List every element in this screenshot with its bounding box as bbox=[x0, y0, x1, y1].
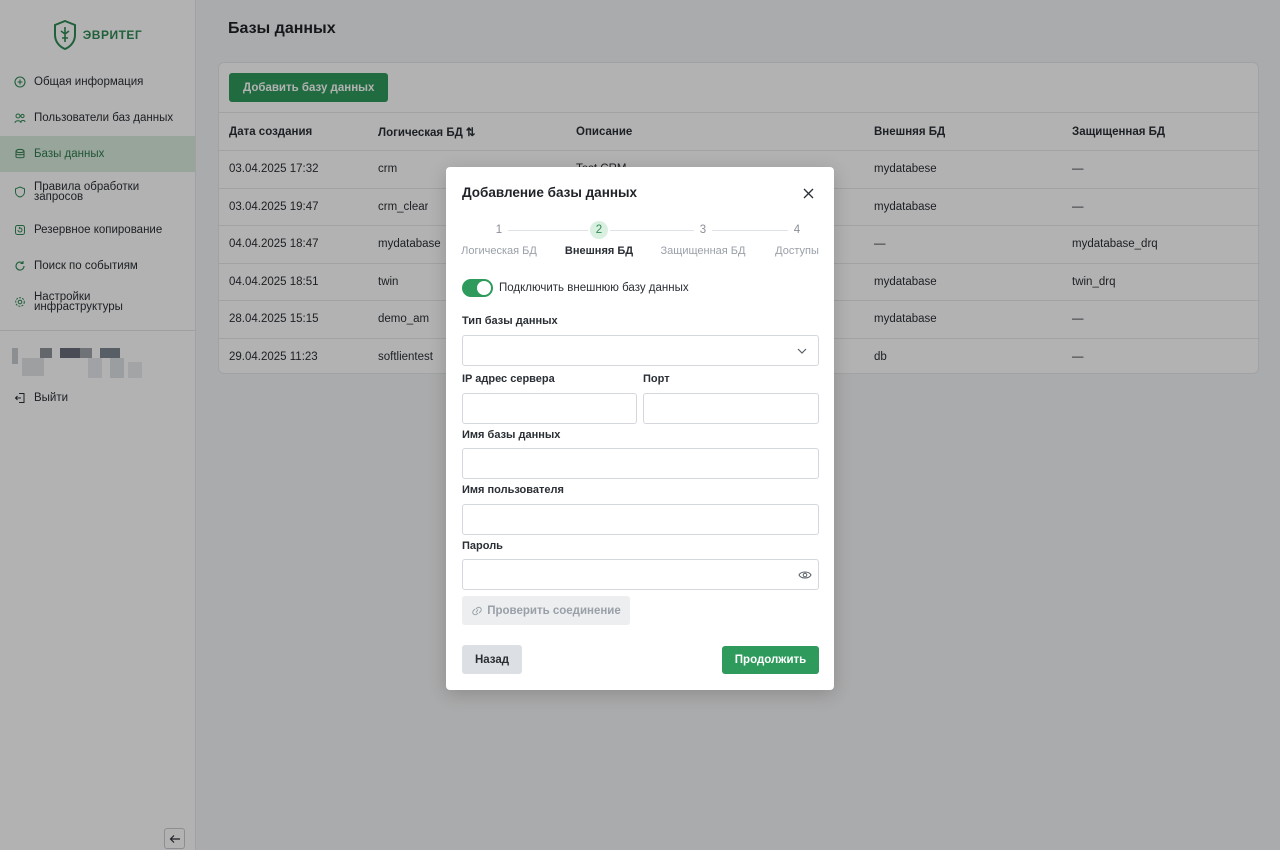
link-icon bbox=[472, 606, 482, 615]
db-name-label: Имя базы данных bbox=[462, 429, 561, 441]
step-number: 3 bbox=[694, 221, 712, 239]
step-external-db[interactable]: 2 Внешняя БД bbox=[554, 221, 644, 257]
close-button[interactable] bbox=[800, 185, 816, 201]
step-label: Логическая БД bbox=[461, 245, 537, 257]
back-button[interactable]: Назад bbox=[462, 645, 522, 674]
db-name-input[interactable] bbox=[462, 448, 819, 479]
eye-icon[interactable] bbox=[798, 569, 812, 581]
step-label: Внешняя БД bbox=[564, 245, 634, 257]
step-protected-db[interactable]: 3 Защищенная БД bbox=[658, 221, 748, 257]
port-label: Порт bbox=[643, 373, 670, 385]
step-number: 2 bbox=[590, 221, 608, 239]
check-connection-label: Проверить соединение bbox=[487, 604, 621, 617]
toggle-label: Подключить внешнюю базу данных bbox=[499, 282, 689, 294]
password-label: Пароль bbox=[462, 540, 503, 552]
step-number: 4 bbox=[788, 221, 806, 239]
server-ip-label: IP адрес сервера bbox=[462, 373, 555, 385]
step-logical-db[interactable]: 1 Логическая БД bbox=[454, 221, 544, 257]
db-type-select[interactable] bbox=[462, 335, 819, 366]
step-label: Защищенная БД bbox=[660, 245, 746, 257]
check-connection-button[interactable]: Проверить соединение bbox=[462, 596, 630, 625]
toggle-knob bbox=[477, 281, 491, 295]
stepper: 1 Логическая БД 2 Внешняя БД 3 Защищенна… bbox=[446, 221, 834, 261]
step-number: 1 bbox=[490, 221, 508, 239]
port-input[interactable] bbox=[643, 393, 819, 424]
close-icon bbox=[803, 188, 813, 198]
external-db-toggle[interactable] bbox=[462, 279, 493, 297]
password-input[interactable] bbox=[462, 559, 819, 590]
continue-button[interactable]: Продолжить bbox=[722, 646, 819, 674]
external-db-toggle-row: Подключить внешнюю базу данных bbox=[462, 279, 689, 297]
server-ip-input[interactable] bbox=[462, 393, 637, 424]
step-access[interactable]: 4 Доступы bbox=[752, 221, 842, 257]
db-type-label: Тип базы данных bbox=[462, 315, 558, 327]
add-database-modal: Добавление базы данных 1 Логическая БД 2… bbox=[446, 167, 834, 690]
step-label: Доступы bbox=[775, 245, 819, 257]
username-input[interactable] bbox=[462, 504, 819, 535]
username-label: Имя пользователя bbox=[462, 484, 564, 496]
modal-title: Добавление базы данных bbox=[462, 185, 638, 200]
chevron-down-icon bbox=[797, 348, 807, 354]
